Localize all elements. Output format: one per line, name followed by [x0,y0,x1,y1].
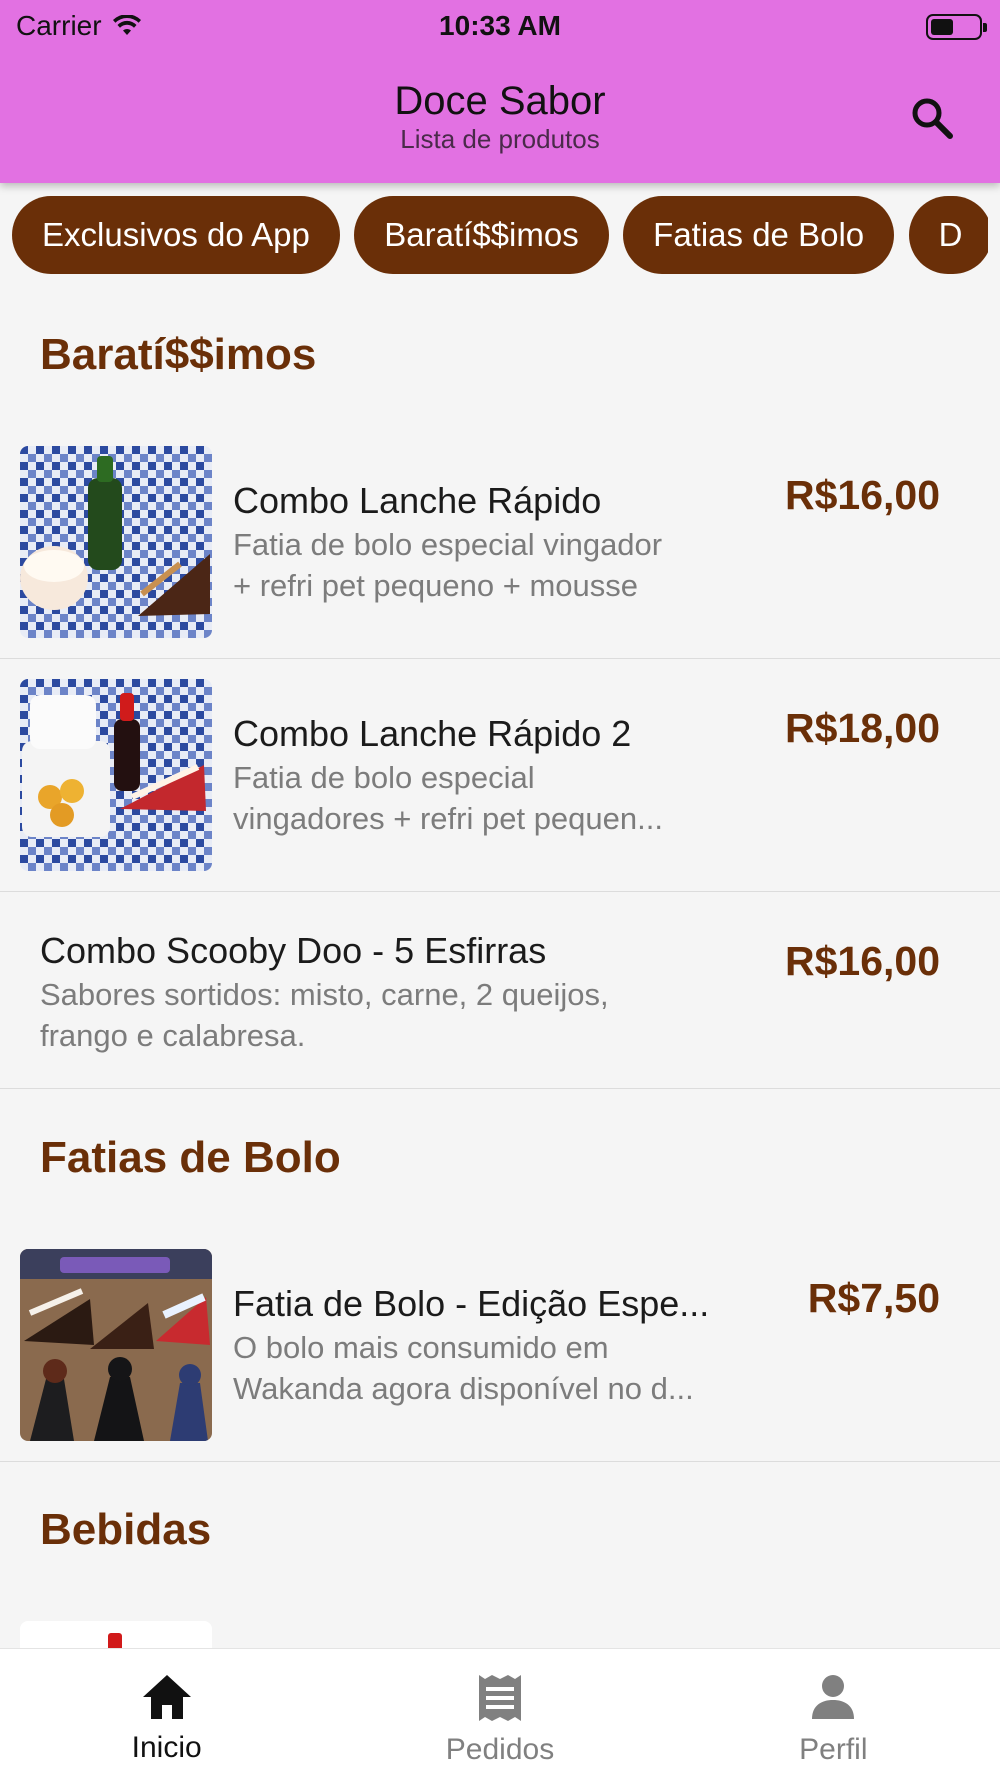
product-item[interactable]: Combo Scooby Doo - 5 Esfirras Sabores so… [0,892,1000,1089]
product-name: Combo Lanche Rápido 2 [233,713,632,754]
product-price: R$16,00 [784,472,940,518]
chip-baratissimos[interactable]: Baratí$$imos [354,196,609,274]
nav-perfil[interactable]: Perfil [667,1649,1000,1778]
status-time: 10:33 AM [439,10,561,41]
product-desc-line1: Sabores sortidos: misto, carne, 2 queijo… [40,977,609,1012]
battery-icon [926,14,987,40]
nav-perfil-label: Perfil [799,1733,868,1766]
product-image [20,446,212,638]
home-icon [142,1675,191,1719]
product-desc-line1: Fatia de bolo especial [233,760,535,795]
product-image [20,1249,212,1441]
nav-pedidos-label: Pedidos [445,1733,555,1766]
product-name: Fatia de Bolo - Edição Espe... [233,1283,710,1324]
bottom-nav: Inicio Pedidos Perfil [0,1648,1000,1778]
chip-exclusivos[interactable]: Exclusivos do App [12,196,340,274]
category-chips: Exclusivos do App Baratí$$imos Fatias de… [12,196,988,274]
product-price: R$18,00 [784,705,940,751]
product-item[interactable]: Combo Lanche Rápido Fatia de bolo especi… [0,426,1000,659]
bottle-cap-shape [108,1633,122,1648]
section-title-fatias-de-bolo: Fatias de Bolo [40,1133,341,1182]
nav-pedidos[interactable]: Pedidos [333,1649,666,1778]
chip-fatias-de-bolo[interactable]: Fatias de Bolo [623,196,895,274]
product-desc-line1: Fatia de bolo especial vingador [233,527,663,562]
product-item[interactable]: Fatia de Bolo - Edição Espe... O bolo ma… [0,1229,1000,1462]
product-price: R$7,50 [807,1275,940,1321]
nav-inicio[interactable]: Inicio [0,1649,333,1778]
status-bar: Carrier 10:33 AM [0,8,1000,48]
receipt-icon [478,1675,521,1721]
product-desc-line2: + refri pet pequeno + mousse [233,568,638,603]
product-name: Combo Lanche Rápido [233,480,602,521]
header-titles: Doce Sabor Lista de produtos [0,78,1000,154]
product-desc-line2: frango e calabresa. [40,1018,306,1053]
product-price: R$16,00 [784,938,940,984]
product-image [20,679,212,871]
chip-truncated[interactable]: D [908,196,988,274]
search-button[interactable] [908,94,956,142]
product-desc-line2: Wakanda agora disponível no d... [233,1371,694,1406]
product-desc-line1: O bolo mais consumido em [233,1330,609,1365]
section-title-bebidas: Bebidas [40,1505,212,1554]
page-title: Doce Sabor [394,79,606,123]
person-icon [812,1675,855,1719]
app-bar: Carrier 10:33 AM Doce Sabor Lista de pro… [0,0,1000,183]
nav-inicio-label: Inicio [131,1731,202,1764]
product-item[interactable]: Combo Lanche Rápido 2 Fatia de bolo espe… [0,659,1000,892]
product-desc-line2: vingadores + refri pet pequen... [233,801,663,836]
search-icon [912,98,953,139]
product-image[interactable] [20,1621,212,1648]
section-title-baratissimos: Baratí$$imos [40,330,317,379]
product-name: Combo Scooby Doo - 5 Esfirras [40,930,547,971]
page-subtitle: Lista de produtos [400,124,600,154]
